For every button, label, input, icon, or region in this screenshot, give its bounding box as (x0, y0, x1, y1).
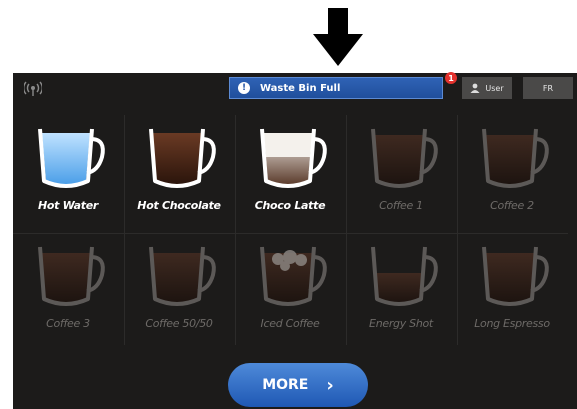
chevron-right-icon: › (326, 374, 334, 396)
drink-label: Coffee 2 (490, 199, 534, 212)
language-button[interactable]: FR (523, 77, 573, 99)
drink-tile[interactable]: Coffee 3 (13, 233, 123, 345)
cup-icon (482, 128, 549, 188)
cup-icon (149, 246, 216, 306)
user-button[interactable]: User (462, 77, 512, 99)
drink-label: Hot Chocolate (137, 199, 221, 212)
drink-tile[interactable]: Coffee 2 (457, 115, 567, 227)
drink-tile[interactable]: Coffee 50/50 (124, 233, 234, 345)
more-button[interactable]: MORE › (228, 363, 368, 407)
cup-icon (371, 246, 438, 306)
cup-icon (482, 246, 549, 306)
alert-count-badge: 1 (445, 72, 457, 84)
cup-icon (260, 128, 327, 188)
drink-tile[interactable]: Coffee 1 (346, 115, 456, 227)
cup-icon (371, 128, 438, 188)
drink-label: Coffee 1 (379, 199, 423, 212)
drink-label: Long Espresso (474, 317, 550, 330)
cup-icon (149, 128, 216, 188)
drink-tile[interactable]: Choco Latte (235, 115, 345, 227)
drink-label: Coffee 3 (46, 317, 90, 330)
drink-label: Iced Coffee (260, 317, 320, 330)
waste-bin-alert-button[interactable]: ! Waste Bin Full (229, 77, 443, 99)
cup-icon (38, 128, 105, 188)
drink-tile[interactable]: Hot Chocolate (124, 115, 234, 227)
drink-label: Choco Latte (254, 199, 326, 212)
user-icon (470, 83, 480, 93)
drink-label: Coffee 50/50 (145, 317, 213, 330)
drink-label: Energy Shot (369, 317, 433, 330)
drink-tile[interactable]: Long Espresso (457, 233, 567, 345)
drink-label: Hot Water (37, 199, 99, 212)
alert-text: Waste Bin Full (260, 82, 341, 94)
language-label: FR (542, 83, 554, 93)
user-label: User (485, 83, 504, 93)
machine-screen: ! Waste Bin Full 1 User FR Hot Water Hot… (13, 72, 577, 409)
drink-tile[interactable]: Hot Water (13, 115, 123, 227)
drink-tile[interactable]: Iced Coffee (235, 233, 345, 345)
cup-icon (260, 246, 327, 306)
down-arrow-icon (313, 8, 363, 66)
exclamation-icon: ! (238, 82, 250, 94)
drink-tile[interactable]: Energy Shot (346, 233, 456, 345)
drink-grid: Hot Water Hot Chocolate Choco Latte Coff… (13, 115, 568, 345)
more-label: MORE (262, 377, 309, 393)
wifi-signal-icon (24, 81, 42, 96)
cup-icon (38, 246, 105, 306)
